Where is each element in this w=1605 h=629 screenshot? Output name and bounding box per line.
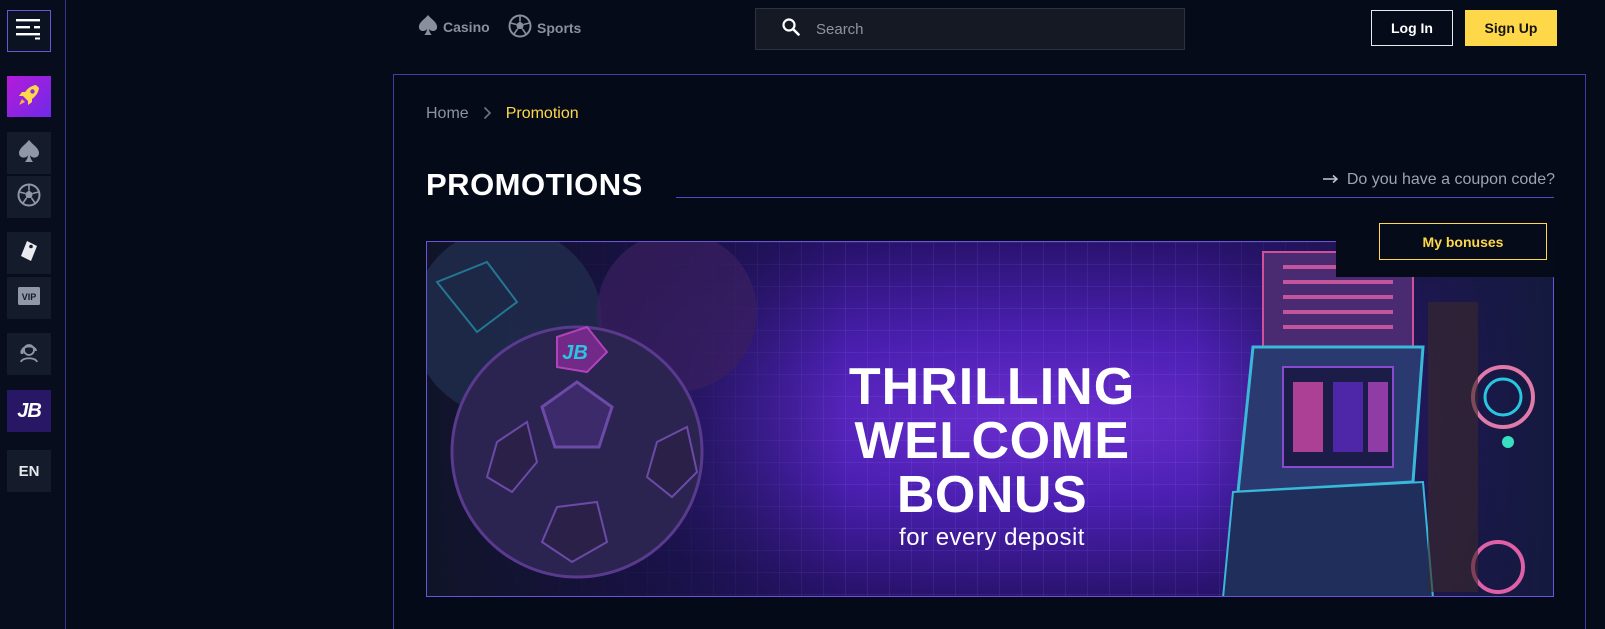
chevron-right-icon (483, 106, 492, 123)
search-icon (782, 18, 800, 40)
breadcrumb-home[interactable]: Home (426, 105, 469, 123)
nav-sports-label: Sports (537, 19, 582, 36)
sidebar-item-support[interactable] (7, 333, 51, 375)
search-bar[interactable] (755, 8, 1185, 50)
page-title: PROMOTIONS (426, 167, 643, 202)
support-agent-icon (17, 340, 41, 368)
breadcrumb: Home Promotion (426, 105, 579, 123)
banner-subtitle: for every deposit (899, 524, 1085, 551)
spade-icon (18, 139, 40, 167)
banner-headline-line1: THRILLING (848, 358, 1136, 416)
title-divider (676, 197, 1554, 198)
svg-text:JB: JB (562, 342, 588, 364)
menu-icon (16, 18, 42, 44)
login-button[interactable]: Log In (1371, 10, 1453, 46)
arrow-right-icon (1322, 171, 1339, 189)
banner-arcade-machine-image (1193, 242, 1553, 596)
soccer-ball-icon (17, 183, 41, 211)
signup-button[interactable]: Sign Up (1465, 10, 1557, 46)
banner-headline-line2: WELCOME BONUS (854, 412, 1130, 524)
sidebar-item-sports[interactable] (7, 176, 51, 218)
svg-text:VIP: VIP (22, 292, 37, 302)
breadcrumb-current: Promotion (505, 105, 579, 122)
sidebar-item-jb[interactable]: JB (7, 390, 51, 432)
rocket-icon (16, 82, 42, 112)
banner-text: THRILLING WELCOME BONUS for every deposi… (777, 360, 1207, 552)
welcome-bonus-banner[interactable]: JB THRILLING WELCOME BONUS for every dep… (426, 241, 1554, 597)
sidebar-item-vip[interactable]: VIP (7, 277, 51, 319)
sidebar-item-promotions[interactable] (7, 232, 51, 274)
sidebar: VIP JB EN (0, 0, 66, 629)
menu-button[interactable] (7, 10, 51, 52)
sidebar-item-casino[interactable] (7, 132, 51, 174)
jb-logo-icon: JB (17, 399, 42, 422)
promotions-panel: Home Promotion PROMOTIONS Do you have a … (393, 74, 1586, 629)
language-selector[interactable]: EN (7, 450, 51, 492)
coupon-code-label: Do you have a coupon code? (1346, 171, 1555, 188)
nav-casino-label: Casino (443, 18, 490, 35)
vip-icon: VIP (18, 287, 40, 309)
nav-sports-link[interactable]: Sports (508, 14, 581, 41)
nav-casino-link[interactable]: Casino (418, 14, 490, 39)
search-input[interactable] (816, 20, 1156, 38)
spade-icon (418, 14, 438, 39)
tag-icon (18, 239, 40, 267)
sidebar-item-rocket[interactable] (7, 76, 51, 117)
soccer-ball-icon (508, 14, 532, 41)
my-bonuses-button[interactable]: My bonuses (1379, 223, 1547, 260)
coupon-code-link[interactable]: Do you have a coupon code? (1322, 171, 1555, 189)
